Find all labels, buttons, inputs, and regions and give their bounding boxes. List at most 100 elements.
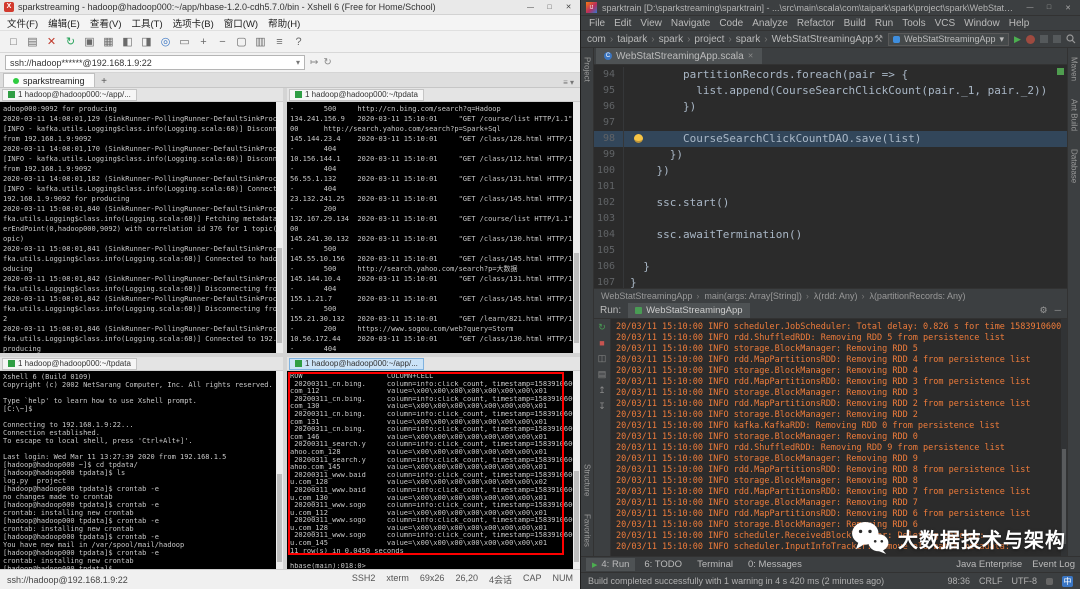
scrollbar[interactable] <box>573 102 580 353</box>
tool-window-button-terminal[interactable]: Terminal <box>691 558 739 571</box>
scrollbar-thumb[interactable] <box>277 248 282 343</box>
hide-toolwindow-icon[interactable]: ─ <box>1055 305 1061 316</box>
scrollbar[interactable] <box>573 371 580 569</box>
terminal-pane-access-logs[interactable]: 1 hadoop@hadoop000:~/tpdata - 500 http:/… <box>287 88 580 353</box>
run-button[interactable]: ▶ <box>1014 34 1021 45</box>
toolbar-icon[interactable]: ▤ <box>24 35 41 48</box>
run-toolbar-icon[interactable]: ■ <box>599 338 604 348</box>
maximize-button[interactable]: □ <box>1042 4 1056 11</box>
menu-item[interactable]: Analyze <box>752 18 788 29</box>
minimize-button[interactable]: — <box>523 2 538 13</box>
breadcrumb-item[interactable]: taipark <box>617 34 658 45</box>
editor-breadcrumb-item[interactable]: WebStatStreamingApp <box>601 291 703 301</box>
run-configuration-select[interactable]: WebStatStreamingApp ▾ <box>888 33 1009 46</box>
toolbar-icon[interactable]: ◨ <box>138 35 155 48</box>
toolbar-icon[interactable]: ◧ <box>119 35 136 48</box>
editor-breadcrumb-item[interactable]: main(args: Array[String]) <box>704 291 813 301</box>
build-hammer-icon[interactable]: ⚒ <box>874 34 883 45</box>
run-toolbar-icon[interactable]: ◫ <box>598 353 607 364</box>
breadcrumb-item[interactable]: project <box>694 34 735 45</box>
toolbar-icon[interactable]: ≡ <box>271 36 288 48</box>
line-separator[interactable]: CRLF <box>979 576 1003 586</box>
menu-item[interactable]: Help <box>1009 18 1030 29</box>
ime-indicator[interactable]: 中 <box>1062 576 1073 587</box>
terminal-pane-kafka-logs[interactable]: 1 hadoop@hadoop000:~/app/... adoop000:90… <box>0 88 283 353</box>
toolbar-icon[interactable]: ▢ <box>233 35 250 48</box>
toolbar-icon[interactable]: ▣ <box>81 35 98 48</box>
menu-item[interactable]: 窗口(W) <box>224 16 258 30</box>
terminal-pane-shell[interactable]: 1 hadoop@hadoop000:~/tpdata Xshell 6 (Bu… <box>0 357 283 569</box>
tool-window-button-favorites[interactable]: Favorites <box>583 514 592 547</box>
terminal-pane-hbase[interactable]: 1 hadoop@hadoop000:~/app/... ROW COLUMN+… <box>287 357 580 569</box>
session-tab[interactable]: sparkstreaming <box>3 73 95 87</box>
breadcrumb-item[interactable]: WebStatStreamingApp <box>772 34 874 45</box>
menu-item[interactable]: View <box>640 18 662 29</box>
toolbar-icon[interactable]: + <box>195 36 212 48</box>
close-button[interactable]: ✕ <box>561 2 576 13</box>
tool-window-button-database[interactable]: Database <box>1070 149 1079 183</box>
minimize-button[interactable]: — <box>1023 4 1037 11</box>
tool-window-button-run[interactable]: ▶ 4: Run <box>586 558 635 571</box>
menu-item[interactable]: Navigate <box>671 18 710 29</box>
menu-item[interactable]: 帮助(H) <box>268 16 300 30</box>
tool-window-button-todo[interactable]: 6: TODO <box>638 558 688 571</box>
code-editor[interactable]: 94 partitionRecords.foreach(pair => { 95… <box>594 65 1067 302</box>
breadcrumb-item[interactable]: spark <box>659 34 695 45</box>
java-enterprise-button[interactable]: Java Enterprise <box>956 559 1022 570</box>
menu-item[interactable]: Window <box>964 18 1000 29</box>
menu-item[interactable]: 工具(T) <box>131 16 162 30</box>
scrollbar-thumb[interactable] <box>574 253 579 343</box>
debug-button[interactable] <box>1026 35 1035 44</box>
maximize-button[interactable]: □ <box>542 2 557 13</box>
refresh-icon[interactable]: ↻ <box>323 57 331 68</box>
toolbar-icon[interactable]: ? <box>290 36 307 48</box>
menu-item[interactable]: 选项卡(B) <box>173 16 214 30</box>
run-tab[interactable]: WebStatStreamingApp <box>628 303 749 318</box>
pane-tab[interactable]: 1 hadoop@hadoop000:~/tpdata <box>2 358 137 370</box>
inspection-status-icon[interactable] <box>1057 68 1064 75</box>
settings-gear-icon[interactable]: ⚙ <box>1040 305 1048 316</box>
new-tab-button[interactable]: + <box>97 76 112 87</box>
event-log-button[interactable]: Event Log <box>1032 559 1075 570</box>
toolbar-icon[interactable]: ▭ <box>176 35 193 48</box>
address-input[interactable]: ssh://hadoop******@192.168.1.9:22 ▾ <box>5 55 305 70</box>
toolbar-icon[interactable]: □ <box>5 36 22 48</box>
menu-item[interactable]: Tools <box>902 18 925 29</box>
editor-breadcrumb-item[interactable]: λ(rdd: Any) <box>814 291 869 301</box>
run-toolbar-icon[interactable]: ↧ <box>598 401 606 412</box>
chevron-down-icon[interactable]: ▾ <box>296 58 300 67</box>
pane-tab-active[interactable]: 1 hadoop@hadoop000:~/app/... <box>289 358 424 370</box>
toolbar-icon[interactable]: ↻ <box>62 35 79 48</box>
menu-item[interactable]: 查看(V) <box>90 16 122 30</box>
breadcrumb-item[interactable]: com <box>587 34 617 45</box>
toolbar-icon[interactable]: ✕ <box>43 35 60 48</box>
connect-icon[interactable]: ↦ <box>310 57 318 68</box>
menu-item[interactable]: VCS <box>935 18 956 29</box>
menu-item[interactable]: Edit <box>614 18 631 29</box>
run-toolbar-icon[interactable]: ↥ <box>598 385 606 396</box>
menu-item[interactable]: Refactor <box>797 18 835 29</box>
scrollbar[interactable] <box>276 371 283 569</box>
toolbar-icon[interactable]: ▦ <box>100 35 117 48</box>
scrollbar[interactable] <box>276 102 283 353</box>
file-encoding[interactable]: UTF-8 <box>1012 576 1038 586</box>
menu-item[interactable]: Run <box>875 18 893 29</box>
intention-bulb-icon[interactable] <box>634 134 643 143</box>
menu-item[interactable]: 文件(F) <box>7 16 38 30</box>
scrollbar-thumb[interactable] <box>574 471 579 563</box>
lock-icon[interactable] <box>1046 578 1053 585</box>
menu-item[interactable]: Build <box>844 18 866 29</box>
tool-window-button-maven[interactable]: Maven <box>1070 57 1079 81</box>
build-status-message[interactable]: Build completed successfully with 1 warn… <box>588 576 884 586</box>
toolbar-icon[interactable]: − <box>214 36 231 48</box>
tool-window-button-project[interactable]: Project <box>583 57 592 82</box>
tab-list-icon[interactable]: ≡ ▾ <box>563 78 577 87</box>
scrollbar-thumb[interactable] <box>277 474 282 562</box>
editor-tab-active[interactable]: C WebStatStreamingApp.scala ✕ <box>596 48 762 64</box>
run-toolbar-icon[interactable]: ▤ <box>598 369 607 380</box>
run-toolbar-icon[interactable]: ↻ <box>598 322 606 333</box>
pane-tab[interactable]: 1 hadoop@hadoop000:~/app/... <box>2 89 137 101</box>
coverage-button[interactable] <box>1040 35 1048 43</box>
close-icon[interactable]: ✕ <box>748 52 754 60</box>
editor-breadcrumb-item[interactable]: λ(partitionRecords: Any) <box>869 291 965 301</box>
